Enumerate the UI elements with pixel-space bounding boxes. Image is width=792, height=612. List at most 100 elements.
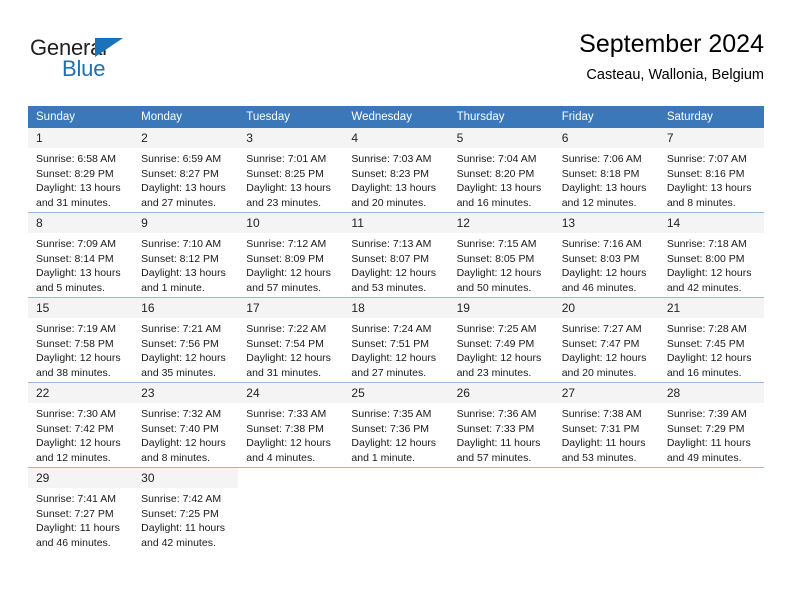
daylight-duration-line1: Daylight: 11 hours <box>456 437 541 450</box>
weekday-header-thursday: Thursday <box>448 106 554 128</box>
calendar-day-cell[interactable]: 5 Sunrise: 7:04 AM Sunset: 8:20 PM Daylight… <box>448 128 554 213</box>
sunrise-time: Sunrise: 7:35 AM <box>351 408 432 420</box>
sunset-time: Sunset: 8:07 PM <box>351 252 430 265</box>
calendar-day-cell[interactable]: 6 Sunrise: 7:06 AM Sunset: 8:18 PM Daylight… <box>553 128 659 213</box>
calendar-day-cell[interactable]: 23 Sunrise: 7:32 AM Sunset: 7:40 PM Dayligh… <box>133 382 239 468</box>
day-number: 29 <box>28 468 134 488</box>
calendar-day-cell[interactable]: 13 Sunrise: 7:16 AM Sunset: 8:03 PM Dayligh… <box>553 212 659 298</box>
calendar-day-cell[interactable]: 7 Sunrise: 7:07 AM Sunset: 8:16 PM Daylight… <box>658 128 764 213</box>
day-details: Sunrise: 7:16 AM Sunset: 8:03 PM Daylight:… <box>554 233 659 295</box>
day-details: Sunrise: 7:42 AM Sunset: 7:25 PM Daylight:… <box>133 488 238 550</box>
day-details: Sunrise: 7:15 AM Sunset: 8:05 PM Daylight:… <box>449 233 554 295</box>
calendar-cell-empty <box>343 467 449 552</box>
calendar-day-cell[interactable]: 17 Sunrise: 7:22 AM Sunset: 7:54 PM Dayligh… <box>238 297 344 383</box>
day-details: Sunrise: 7:03 AM Sunset: 8:23 PM Daylight:… <box>343 148 448 210</box>
sunrise-time: Sunrise: 7:24 AM <box>351 323 432 335</box>
weekday-header-monday: Monday <box>133 106 239 128</box>
calendar-day-cell[interactable]: 3 Sunrise: 7:01 AM Sunset: 8:25 PM Daylight… <box>238 128 344 213</box>
calendar-day-cell[interactable]: 26 Sunrise: 7:36 AM Sunset: 7:33 PM Dayligh… <box>448 382 554 468</box>
daylight-duration-line2: and 23 minutes. <box>246 196 321 209</box>
calendar-day-cell[interactable]: 12 Sunrise: 7:15 AM Sunset: 8:05 PM Dayligh… <box>448 212 554 298</box>
day-details: Sunrise: 7:25 AM Sunset: 7:49 PM Daylight:… <box>449 318 554 380</box>
daylight-duration-line1: Daylight: 12 hours <box>246 437 331 450</box>
calendar-day-cell[interactable]: 10 Sunrise: 7:12 AM Sunset: 8:09 PM Dayligh… <box>238 212 344 298</box>
daylight-duration-line1: Daylight: 11 hours <box>36 522 120 535</box>
calendar-day-cell[interactable]: 29 Sunrise: 7:41 AM Sunset: 7:27 PM Dayligh… <box>28 467 134 552</box>
daylight-duration-line2: and 53 minutes. <box>561 451 637 464</box>
calendar-day-cell[interactable]: 16 Sunrise: 7:21 AM Sunset: 7:56 PM Dayligh… <box>133 297 239 383</box>
daylight-duration-line1: Daylight: 13 hours <box>141 182 226 195</box>
sunrise-time: Sunrise: 7:21 AM <box>141 323 222 335</box>
day-details: Sunrise: 7:35 AM Sunset: 7:36 PM Daylight:… <box>343 403 448 465</box>
daylight-duration-line1: Daylight: 12 hours <box>351 437 437 450</box>
calendar-header-row: Sunday Monday Tuesday Wednesday Thursday… <box>28 106 764 128</box>
daylight-duration-line1: Daylight: 13 hours <box>351 182 437 195</box>
day-details: Sunrise: 7:09 AM Sunset: 8:14 PM Daylight:… <box>28 233 133 295</box>
page-title: September 2024 <box>579 30 764 58</box>
day-number: 23 <box>133 383 239 403</box>
daylight-duration-line2: and 8 minutes. <box>666 196 736 209</box>
sunrise-time: Sunrise: 7:13 AM <box>351 238 432 250</box>
day-number <box>658 468 764 474</box>
sunset-time: Sunset: 7:40 PM <box>141 422 219 435</box>
calendar-day-cell[interactable]: 11 Sunrise: 7:13 AM Sunset: 8:07 PM Dayligh… <box>343 212 449 298</box>
calendar-day-cell[interactable]: 28 Sunrise: 7:39 AM Sunset: 7:29 PM Dayligh… <box>658 382 764 468</box>
calendar-day-cell[interactable]: 18 Sunrise: 7:24 AM Sunset: 7:51 PM Dayligh… <box>343 297 449 383</box>
daylight-duration-line1: Daylight: 12 hours <box>666 267 752 280</box>
calendar-day-cell[interactable]: 8 Sunrise: 7:09 AM Sunset: 8:14 PM Daylight… <box>28 212 134 298</box>
day-number: 6 <box>553 128 659 148</box>
calendar-day-cell[interactable]: 21 Sunrise: 7:28 AM Sunset: 7:45 PM Dayligh… <box>658 297 764 383</box>
calendar-day-cell[interactable]: 2 Sunrise: 6:59 AM Sunset: 8:27 PM Daylight… <box>133 128 239 213</box>
day-number <box>448 468 554 474</box>
day-details: Sunrise: 7:24 AM Sunset: 7:51 PM Daylight:… <box>343 318 448 380</box>
sunrise-time: Sunrise: 7:38 AM <box>561 408 642 420</box>
daylight-duration-line2: and 5 minutes. <box>36 281 105 294</box>
sunset-time: Sunset: 7:31 PM <box>561 422 640 435</box>
calendar-day-cell[interactable]: 25 Sunrise: 7:35 AM Sunset: 7:36 PM Dayligh… <box>343 382 449 468</box>
sunset-time: Sunset: 7:27 PM <box>36 507 114 520</box>
sunrise-time: Sunrise: 7:04 AM <box>456 153 537 165</box>
daylight-duration-line2: and 20 minutes. <box>351 196 427 209</box>
weekday-header-saturday: Saturday <box>658 106 764 128</box>
day-number: 14 <box>658 213 764 233</box>
day-details: Sunrise: 7:38 AM Sunset: 7:31 PM Daylight:… <box>554 403 659 465</box>
daylight-duration-line2: and 1 minute. <box>351 451 416 464</box>
daylight-duration-line2: and 31 minutes. <box>246 366 321 379</box>
day-number: 17 <box>238 298 344 318</box>
daylight-duration-line2: and 12 minutes. <box>36 451 111 464</box>
calendar-day-cell[interactable]: 15 Sunrise: 7:19 AM Sunset: 7:58 PM Dayligh… <box>28 297 134 383</box>
day-details: Sunrise: 7:41 AM Sunset: 7:27 PM Daylight:… <box>28 488 133 550</box>
calendar-day-cell[interactable]: 14 Sunrise: 7:18 AM Sunset: 8:00 PM Dayligh… <box>658 212 764 298</box>
sunset-time: Sunset: 8:25 PM <box>246 167 324 180</box>
day-number: 19 <box>448 298 554 318</box>
daylight-duration-line2: and 1 minute. <box>141 281 205 294</box>
day-details: Sunrise: 6:58 AM Sunset: 8:29 PM Daylight:… <box>28 148 133 210</box>
day-details: Sunrise: 7:30 AM Sunset: 7:42 PM Daylight:… <box>28 403 133 465</box>
daylight-duration-line2: and 46 minutes. <box>561 281 637 294</box>
daylight-duration-line1: Daylight: 11 hours <box>141 522 225 535</box>
calendar-day-cell[interactable]: 24 Sunrise: 7:33 AM Sunset: 7:38 PM Dayligh… <box>238 382 344 468</box>
calendar-day-cell[interactable]: 4 Sunrise: 7:03 AM Sunset: 8:23 PM Daylight… <box>343 128 449 213</box>
calendar-day-cell[interactable]: 22 Sunrise: 7:30 AM Sunset: 7:42 PM Dayligh… <box>28 382 134 468</box>
daylight-duration-line2: and 50 minutes. <box>456 281 532 294</box>
sunrise-time: Sunrise: 7:22 AM <box>246 323 327 335</box>
weekday-header-tuesday: Tuesday <box>238 106 344 128</box>
calendar-day-cell[interactable]: 20 Sunrise: 7:27 AM Sunset: 7:47 PM Dayligh… <box>553 297 659 383</box>
general-blue-logo[interactable]: General Blue <box>30 36 210 90</box>
daylight-duration-line1: Daylight: 13 hours <box>141 267 226 280</box>
day-details: Sunrise: 7:13 AM Sunset: 8:07 PM Daylight:… <box>343 233 448 295</box>
day-number <box>238 468 344 474</box>
calendar-day-cell[interactable]: 9 Sunrise: 7:10 AM Sunset: 8:12 PM Daylight… <box>133 212 239 298</box>
day-details: Sunrise: 7:28 AM Sunset: 7:45 PM Daylight:… <box>659 318 764 380</box>
flag-triangle-icon <box>95 38 123 57</box>
calendar-day-cell[interactable]: 1 Sunrise: 6:58 AM Sunset: 8:29 PM Daylight… <box>28 128 134 213</box>
calendar-day-cell[interactable]: 27 Sunrise: 7:38 AM Sunset: 7:31 PM Dayligh… <box>553 382 659 468</box>
calendar-day-cell[interactable]: 19 Sunrise: 7:25 AM Sunset: 7:49 PM Dayligh… <box>448 297 554 383</box>
calendar-day-cell[interactable]: 30 Sunrise: 7:42 AM Sunset: 7:25 PM Dayligh… <box>133 467 239 552</box>
day-details: Sunrise: 7:19 AM Sunset: 7:58 PM Daylight:… <box>28 318 133 380</box>
calendar-week-row: 29 Sunrise: 7:41 AM Sunset: 7:27 PM Dayligh… <box>28 467 764 552</box>
sunset-time: Sunset: 7:56 PM <box>141 337 219 350</box>
daylight-duration-line1: Daylight: 11 hours <box>666 437 751 450</box>
daylight-duration-line2: and 57 minutes. <box>246 281 321 294</box>
day-number: 22 <box>28 383 134 403</box>
